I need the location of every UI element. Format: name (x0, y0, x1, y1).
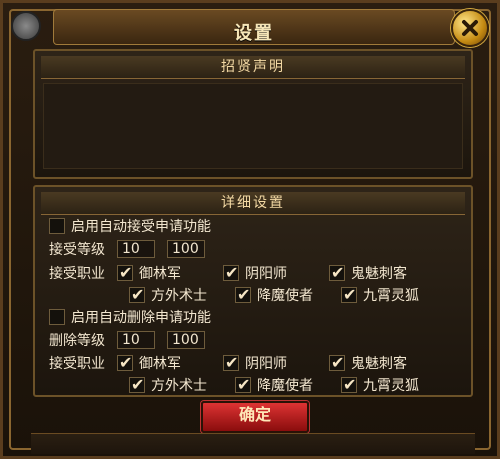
delete-jobs-row-2: 方外术士 降魔使者 九霄灵狐 (49, 375, 461, 395)
accept-job-xiangmoshizhe-checkbox[interactable] (235, 285, 251, 304)
auto-delete-checkbox[interactable] (49, 309, 65, 325)
auto-delete-row: 启用自动删除申请功能 (49, 307, 461, 327)
delete-job-guimeicike-checkbox[interactable] (329, 353, 345, 372)
delete-job-yulinjun: 御林军 (139, 356, 181, 372)
accept-job-yinyangshi: 阴阳师 (245, 266, 287, 282)
accept-level-min[interactable]: 10 (117, 240, 155, 258)
delete-level-max[interactable]: 100 (167, 331, 205, 349)
accept-job-yulinjun: 御林军 (139, 266, 181, 282)
announcement-title: 招贤声明 (221, 59, 285, 75)
delete-level-min[interactable]: 10 (117, 331, 155, 349)
accept-level-max[interactable]: 100 (167, 240, 205, 258)
corner-ornament (11, 11, 41, 41)
accept-job-jiuxiaolinghu: 九霄灵狐 (363, 288, 419, 304)
accept-job-yinyangshi-checkbox[interactable] (223, 263, 239, 282)
announcement-header: 招贤声明 (41, 56, 465, 79)
delete-job-fangwaishushi-checkbox[interactable] (129, 375, 145, 394)
confirm-button[interactable]: 确定 (201, 401, 309, 433)
accept-level-row: 接受等级 10 100 (49, 239, 461, 259)
details-title: 详细设置 (221, 195, 285, 211)
delete-level-label: 删除等级 (49, 333, 105, 349)
delete-jobs-row-1: 接受职业 御林军 阴阳师 鬼魅刺客 (49, 353, 461, 373)
delete-job-xiangmoshizhe: 降魔使者 (257, 378, 313, 394)
delete-job-yinyangshi: 阴阳师 (245, 356, 287, 372)
accept-jobs-row-2: 方外术士 降魔使者 九霄灵狐 (49, 285, 461, 305)
auto-delete-label: 启用自动删除申请功能 (71, 310, 211, 326)
auto-accept-label: 启用自动接受申请功能 (71, 219, 211, 235)
auto-accept-checkbox[interactable] (49, 218, 65, 234)
accept-job-fangwaishushi: 方外术士 (151, 288, 207, 304)
title-bar: 设置 (53, 9, 455, 45)
announcement-textarea[interactable] (43, 83, 463, 169)
delete-level-row: 删除等级 10 100 (49, 330, 461, 350)
delete-jobs-label: 接受职业 (49, 356, 105, 372)
accept-job-xiangmoshizhe: 降魔使者 (257, 288, 313, 304)
settings-window: 设置 招贤声明 详细设置 启用自动接受申请功能 接受等级 10 100 接受职业… (0, 0, 500, 459)
close-button[interactable] (451, 9, 489, 47)
announcement-panel: 招贤声明 (33, 49, 473, 179)
close-icon (462, 20, 478, 36)
accept-job-jiuxiaolinghu-checkbox[interactable] (341, 285, 357, 304)
delete-job-jiuxiaolinghu: 九霄灵狐 (363, 378, 419, 394)
details-panel: 详细设置 启用自动接受申请功能 接受等级 10 100 接受职业 御林军 阴阳师… (33, 185, 473, 397)
delete-job-yulinjun-checkbox[interactable] (117, 353, 133, 372)
delete-job-fangwaishushi: 方外术士 (151, 378, 207, 394)
delete-job-yinyangshi-checkbox[interactable] (223, 353, 239, 372)
accept-jobs-label: 接受职业 (49, 266, 105, 282)
accept-jobs-row-1: 接受职业 御林军 阴阳师 鬼魅刺客 (49, 263, 461, 283)
delete-job-xiangmoshizhe-checkbox[interactable] (235, 375, 251, 394)
auto-accept-row: 启用自动接受申请功能 (49, 216, 461, 236)
bottom-strip (31, 433, 475, 454)
details-header: 详细设置 (41, 192, 465, 215)
accept-job-guimeicike-checkbox[interactable] (329, 263, 345, 282)
delete-job-guimeicike: 鬼魅刺客 (351, 356, 407, 372)
accept-level-label: 接受等级 (49, 242, 105, 258)
accept-job-yulinjun-checkbox[interactable] (117, 263, 133, 282)
accept-job-fangwaishushi-checkbox[interactable] (129, 285, 145, 304)
accept-job-guimeicike: 鬼魅刺客 (351, 266, 407, 282)
window-title: 设置 (234, 23, 274, 44)
delete-job-jiuxiaolinghu-checkbox[interactable] (341, 375, 357, 394)
